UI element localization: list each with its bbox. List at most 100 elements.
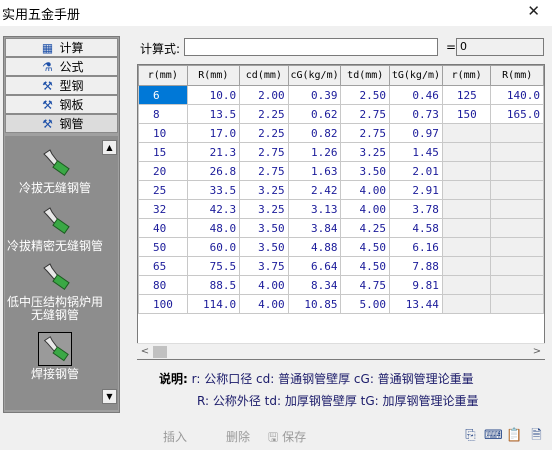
table-row[interactable]: 20 26.8 2.75 1.63 3.50 2.01 <box>138 161 544 181</box>
copy-icon[interactable]: ⎘ <box>462 427 479 444</box>
keyboard-icon[interactable]: ⌨ <box>484 427 503 444</box>
table-cell[interactable]: 150 <box>441 104 492 124</box>
table-cell[interactable]: 6.64 <box>287 256 342 276</box>
table-cell[interactable]: 50 <box>138 237 188 257</box>
table-cell[interactable]: 80 <box>138 275 188 295</box>
table-cell[interactable]: 3.78 <box>389 199 443 219</box>
table-cell[interactable]: 1.26 <box>287 142 342 162</box>
scroll-thumb[interactable] <box>153 346 167 358</box>
column-header[interactable]: R(mm) <box>186 65 241 86</box>
document-icon[interactable]: 🗎 <box>528 427 545 444</box>
nav-button-formula[interactable]: ⚗ 公式 <box>5 57 118 76</box>
table-cell[interactable]: 4.88 <box>287 237 342 257</box>
table-cell[interactable] <box>441 218 492 238</box>
nav-button-calculate[interactable]: ▦ 计算 <box>5 38 118 57</box>
table-cell[interactable]: 7.88 <box>389 256 443 276</box>
table-cell[interactable]: 4.00 <box>340 199 391 219</box>
column-header[interactable]: r(mm) <box>138 65 188 86</box>
table-cell[interactable]: 2.42 <box>287 180 342 200</box>
table-cell[interactable]: 2.25 <box>239 104 289 124</box>
table-cell[interactable]: 9.81 <box>389 275 443 295</box>
table-cell[interactable]: 4.50 <box>340 237 391 257</box>
column-header[interactable]: r(mm) <box>441 65 492 86</box>
table-cell[interactable]: 40 <box>138 218 188 238</box>
table-cell[interactable] <box>490 123 544 143</box>
table-cell[interactable] <box>490 142 544 162</box>
table-row[interactable]: 15 21.3 2.75 1.26 3.25 1.45 <box>138 142 544 162</box>
table-cell[interactable]: 114.0 <box>186 294 241 314</box>
table-cell[interactable]: 42.3 <box>186 199 241 219</box>
table-cell[interactable]: 10 <box>138 123 188 143</box>
nav-item-cold-drawn-seamless[interactable]: 冷拔无缝钢管 <box>5 146 105 195</box>
nav-item-cold-drawn-precision[interactable]: 冷拔精密无缝钢管 <box>5 204 105 253</box>
table-cell[interactable] <box>490 256 544 276</box>
column-header[interactable]: cG(kg/m) <box>287 65 342 86</box>
table-cell[interactable] <box>490 294 544 314</box>
table-cell[interactable] <box>490 199 544 219</box>
clipboard-icon[interactable]: 📋 <box>506 427 523 444</box>
nav-item-boiler-seamless[interactable]: 低中压结构锅炉用无缝钢管 <box>5 260 105 322</box>
table-cell[interactable]: 4.00 <box>239 275 289 295</box>
table-cell[interactable]: 2.75 <box>340 123 391 143</box>
table-cell[interactable]: 33.5 <box>186 180 241 200</box>
pipe-spec-table[interactable]: r(mm) R(mm) cd(mm) cG(kg/m) td(mm) tG(kg/m) r(… <box>137 64 545 360</box>
table-cell[interactable]: 3.13 <box>287 199 342 219</box>
table-row[interactable]: 32 42.3 3.25 3.13 4.00 3.78 <box>138 199 544 219</box>
table-cell[interactable]: 2.75 <box>239 161 289 181</box>
table-cell[interactable]: 0.46 <box>389 85 443 105</box>
table-cell[interactable]: 2.50 <box>340 85 391 105</box>
table-cell[interactable] <box>441 294 492 314</box>
table-row[interactable]: 65 75.5 3.75 6.64 4.50 7.88 <box>138 256 544 276</box>
table-row[interactable]: 40 48.0 3.50 3.84 4.25 4.58 <box>138 218 544 238</box>
table-cell[interactable]: 13.44 <box>389 294 443 314</box>
table-cell[interactable]: 8.34 <box>287 275 342 295</box>
table-cell[interactable] <box>441 123 492 143</box>
table-cell[interactable]: 3.84 <box>287 218 342 238</box>
table-cell[interactable]: 4.58 <box>389 218 443 238</box>
table-cell[interactable] <box>441 180 492 200</box>
table-cell[interactable]: 4.00 <box>340 180 391 200</box>
insert-button[interactable]: 插入 <box>163 428 187 445</box>
nav-item-welded-pipe[interactable]: 焊接钢管 <box>5 332 105 381</box>
table-cell[interactable] <box>441 161 492 181</box>
table-cell[interactable]: 3.25 <box>239 180 289 200</box>
table-cell[interactable]: 10.85 <box>287 294 342 314</box>
table-cell[interactable] <box>441 199 492 219</box>
table-cell[interactable]: 5.00 <box>340 294 391 314</box>
nav-scroll-down-button[interactable]: ▼ <box>102 389 117 404</box>
formula-input[interactable] <box>184 38 438 56</box>
table-cell[interactable]: 140.0 <box>490 85 544 105</box>
table-row[interactable]: 80 88.5 4.00 8.34 4.75 9.81 <box>138 275 544 295</box>
table-cell[interactable]: 0.62 <box>287 104 342 124</box>
nav-button-profile-steel[interactable]: ⚒ 型钢 <box>5 76 118 95</box>
table-cell[interactable]: 125 <box>441 85 492 105</box>
table-cell[interactable]: 2.75 <box>340 104 391 124</box>
nav-button-steel-pipe[interactable]: ⚒ 钢管 <box>5 114 118 133</box>
table-cell[interactable]: 65 <box>138 256 188 276</box>
column-header[interactable]: tG(kg/m) <box>389 65 443 86</box>
table-cell[interactable]: 1.45 <box>389 142 443 162</box>
table-cell[interactable]: 0.82 <box>287 123 342 143</box>
table-row[interactable]: 50 60.0 3.50 4.88 4.50 6.16 <box>138 237 544 257</box>
table-row[interactable]: 100 114.0 4.00 10.85 5.00 13.44 <box>138 294 544 314</box>
table-cell[interactable]: 2.00 <box>239 85 289 105</box>
table-cell[interactable] <box>441 142 492 162</box>
horizontal-scrollbar[interactable]: < > <box>137 343 545 359</box>
table-cell[interactable]: 3.25 <box>340 142 391 162</box>
table-cell[interactable] <box>441 256 492 276</box>
delete-button[interactable]: 删除 <box>226 428 250 445</box>
table-cell[interactable] <box>441 275 492 295</box>
table-cell[interactable]: 3.50 <box>239 218 289 238</box>
column-header[interactable]: R(mm) <box>490 65 544 86</box>
table-cell[interactable]: 17.0 <box>186 123 241 143</box>
table-cell[interactable]: 3.50 <box>340 161 391 181</box>
table-cell[interactable]: 13.5 <box>186 104 241 124</box>
close-icon[interactable]: ✕ <box>527 2 540 20</box>
table-cell[interactable]: 3.75 <box>239 256 289 276</box>
table-cell[interactable]: 60.0 <box>186 237 241 257</box>
table-cell[interactable]: 10.0 <box>186 85 241 105</box>
table-cell[interactable]: 32 <box>138 199 188 219</box>
table-cell[interactable] <box>490 218 544 238</box>
table-cell[interactable]: 6.16 <box>389 237 443 257</box>
scroll-left-icon[interactable]: < <box>138 345 152 359</box>
